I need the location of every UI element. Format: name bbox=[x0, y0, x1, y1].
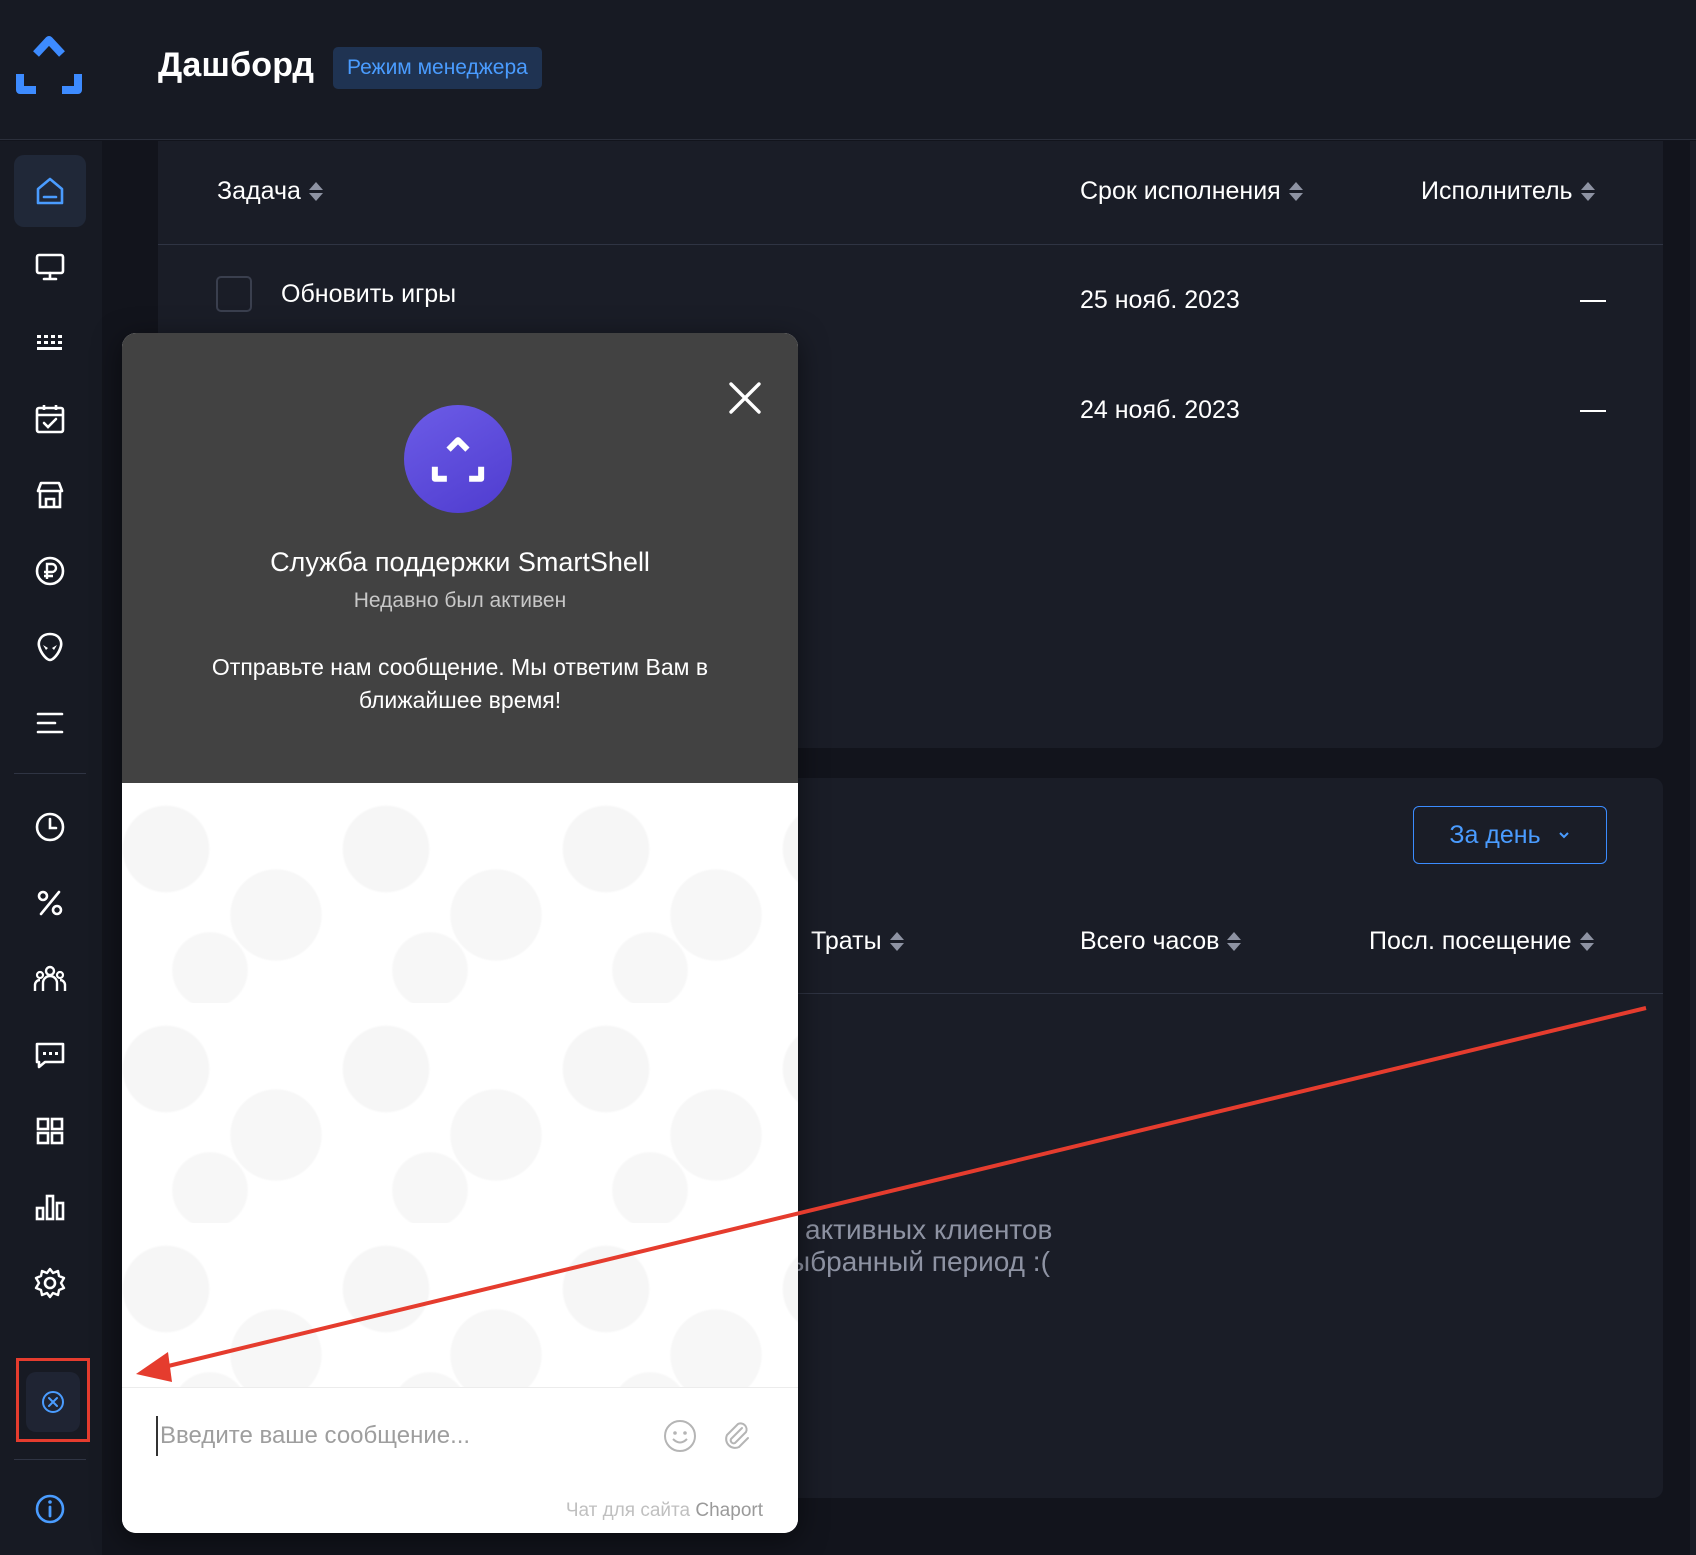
emoji-icon[interactable] bbox=[662, 1418, 698, 1454]
sort-icon bbox=[308, 182, 323, 201]
sidebar-item-settings[interactable] bbox=[14, 1247, 86, 1319]
page-scrollbar[interactable] bbox=[1690, 141, 1696, 1555]
support-chat-toggle-button[interactable] bbox=[26, 1372, 80, 1432]
task-deadline: 25 нояб. 2023 bbox=[1080, 286, 1240, 314]
keyboard-icon bbox=[37, 335, 62, 350]
sidebar-item-discounts[interactable] bbox=[14, 867, 86, 939]
sort-icon bbox=[1227, 932, 1242, 951]
empty-state-line-2: ыбранный период :( bbox=[790, 1246, 1050, 1277]
chat-agent-avatar bbox=[404, 405, 512, 513]
sidebar-item-store[interactable] bbox=[14, 459, 86, 531]
store-icon bbox=[36, 481, 64, 509]
period-select[interactable]: За день bbox=[1413, 806, 1607, 864]
chat-composer: Чат для сайта Chaport bbox=[122, 1387, 798, 1533]
task-title: Обновить игры bbox=[281, 280, 457, 308]
page-title: Дашборд bbox=[158, 46, 315, 84]
table-header-divider bbox=[158, 244, 1663, 245]
sidebar bbox=[0, 141, 102, 1555]
top-header: Дашборд Режим менеджера bbox=[0, 0, 1696, 140]
column-header-assignee[interactable]: Исполнитель bbox=[1421, 177, 1595, 206]
clients-header-divider bbox=[798, 993, 1663, 994]
column-header-task[interactable]: Задача bbox=[217, 177, 323, 206]
sidebar-item-alien[interactable] bbox=[14, 611, 86, 683]
attach-icon[interactable] bbox=[718, 1418, 754, 1454]
sidebar-item-reports[interactable] bbox=[14, 1171, 86, 1243]
clock-icon bbox=[35, 812, 65, 842]
sidebar-item-monitors[interactable] bbox=[14, 231, 86, 303]
sidebar-item-clients[interactable] bbox=[14, 943, 86, 1015]
sidebar-divider-bottom bbox=[14, 1459, 86, 1460]
percent-icon bbox=[37, 890, 63, 916]
sort-icon bbox=[1579, 932, 1594, 951]
task-deadline: 24 нояб. 2023 bbox=[1080, 396, 1240, 424]
home-icon bbox=[36, 177, 64, 205]
support-chat-widget: Служба поддержки SmartShell Недавно был … bbox=[122, 333, 798, 1533]
chat-agent-name: Служба поддержки SmartShell bbox=[270, 547, 650, 577]
sidebar-item-calendar[interactable] bbox=[14, 383, 86, 455]
calendar-check-icon bbox=[35, 405, 65, 434]
chat-powered-by[interactable]: Чат для сайта Chaport bbox=[566, 1500, 763, 1522]
chat-message-input[interactable] bbox=[156, 1416, 636, 1456]
info-icon bbox=[35, 1494, 65, 1524]
task-assignee-empty bbox=[1580, 300, 1606, 302]
task-checkbox[interactable] bbox=[216, 276, 252, 312]
column-header-spent[interactable]: Траты bbox=[811, 927, 904, 956]
sort-icon bbox=[1288, 182, 1303, 201]
users-icon bbox=[33, 965, 67, 991]
close-icon bbox=[729, 382, 761, 414]
menu-lines-icon bbox=[36, 712, 64, 734]
chat-icon bbox=[35, 1042, 65, 1069]
chat-close-button[interactable] bbox=[722, 375, 768, 421]
alien-icon bbox=[37, 632, 63, 662]
chat-header: Служба поддержки SmartShell Недавно был … bbox=[122, 333, 798, 783]
gear-icon bbox=[34, 1267, 66, 1299]
chat-agent-status: Недавно был активен bbox=[353, 589, 567, 612]
sidebar-item-finance[interactable] bbox=[14, 535, 86, 607]
smartshell-logo-icon[interactable] bbox=[14, 34, 84, 96]
column-header-total-hours[interactable]: Всего часов bbox=[1080, 927, 1242, 956]
sort-icon bbox=[1580, 182, 1595, 201]
column-header-last-visit[interactable]: Посл. посещение bbox=[1369, 927, 1594, 956]
ruble-icon bbox=[35, 556, 65, 586]
bar-chart-icon bbox=[35, 1194, 65, 1221]
manager-mode-badge[interactable]: Режим менеджера bbox=[333, 47, 542, 89]
monitor-icon bbox=[35, 253, 65, 281]
sidebar-item-apps[interactable] bbox=[14, 1095, 86, 1167]
sidebar-item-info[interactable] bbox=[14, 1473, 86, 1545]
sidebar-item-home[interactable] bbox=[14, 155, 86, 227]
sidebar-divider bbox=[14, 773, 86, 774]
sidebar-item-keyboard[interactable] bbox=[14, 307, 86, 379]
sidebar-item-list[interactable] bbox=[14, 687, 86, 759]
task-assignee-empty bbox=[1580, 410, 1606, 412]
sidebar-item-messages[interactable] bbox=[14, 1019, 86, 1091]
chat-messages-area[interactable] bbox=[122, 783, 798, 1387]
smartshell-logo-icon bbox=[431, 437, 485, 482]
close-circle-icon bbox=[42, 1391, 64, 1413]
grid-icon bbox=[36, 1117, 64, 1145]
sort-icon bbox=[889, 932, 904, 951]
chat-greeting: Отправьте нам сообщение. Мы ответим Вам … bbox=[211, 654, 709, 713]
sidebar-item-history[interactable] bbox=[14, 791, 86, 863]
empty-state-line-1: активных клиентов bbox=[805, 1214, 1053, 1245]
chevron-down-icon bbox=[1558, 832, 1569, 839]
column-header-deadline[interactable]: Срок исполнения bbox=[1080, 177, 1303, 206]
